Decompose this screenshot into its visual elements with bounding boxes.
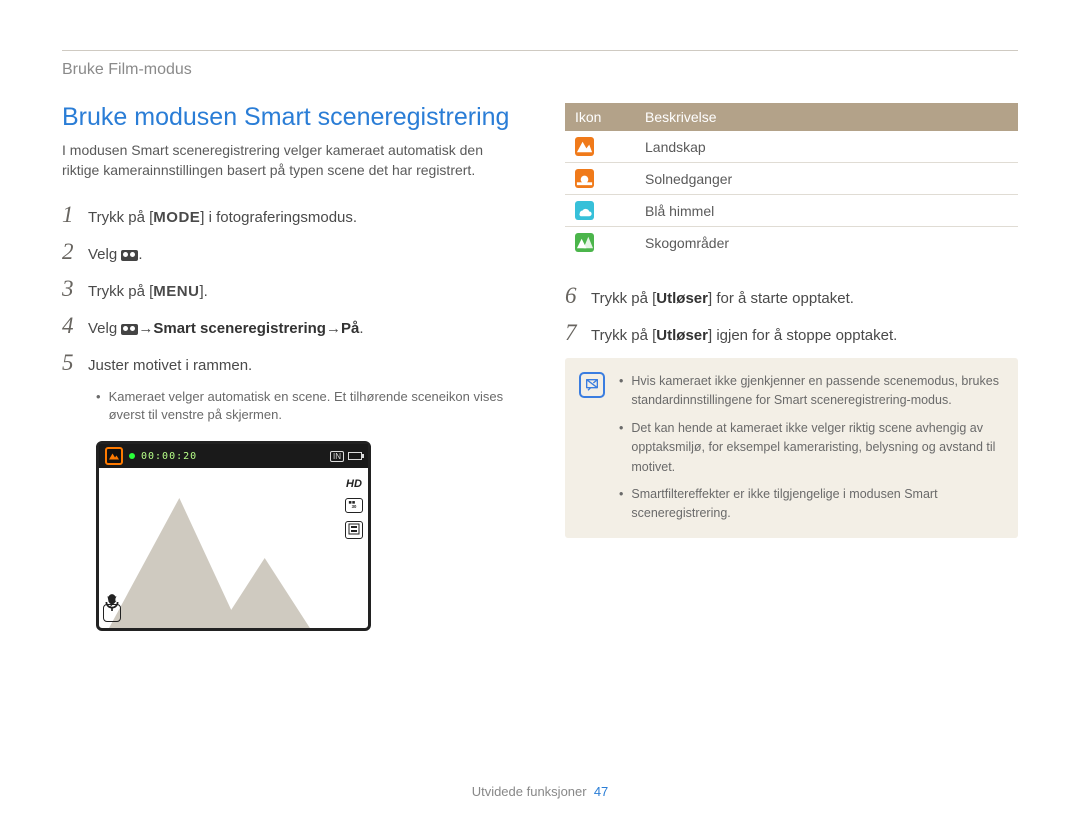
note-item: •Hvis kameraet ikke gjenkjenner en passe… [619,372,1002,411]
film-icon [121,324,138,335]
step-7-text: Trykk på [Utløser] igjen for å stoppe op… [591,325,897,346]
step-number: 5 [62,351,88,374]
step-number: 6 [565,284,591,307]
left-column: Bruke modusen Smart sceneregistrering I … [62,103,515,631]
sunset-icon [575,169,594,188]
table-row: Skogområder [565,227,1018,259]
table-row: Landskap [565,131,1018,163]
sky-icon [575,201,594,220]
scene-landscape-icon [105,447,123,465]
step-number: 2 [62,240,88,263]
forest-icon [575,233,594,252]
landscape-icon [575,137,594,156]
scene-table: Ikon Beskrivelse LandskapSolnedgangerBlå… [565,103,1018,258]
table-cell-label: Blå himmel [635,195,1018,227]
header-divider [62,50,1018,51]
step-number: 7 [565,321,591,344]
hd-badge: HD [346,478,362,490]
right-column: Ikon Beskrivelse LandskapSolnedgangerBlå… [565,103,1018,631]
film-icon [121,250,138,261]
step-number: 4 [62,314,88,337]
table-row: Solnedganger [565,163,1018,195]
table-cell-label: Skogområder [635,227,1018,259]
page-footer: Utvidede funksjoner 47 [0,784,1080,799]
table-row: Blå himmel [565,195,1018,227]
breadcrumb: Bruke Film-modus [62,61,1018,79]
info-icon [579,372,605,398]
rec-timer: 00:00:20 [141,451,197,462]
mode-label: MODE [153,209,200,226]
table-cell-label: Landskap [635,131,1018,163]
memory-icon [345,521,363,539]
fps-badge: 30 [345,498,363,513]
rec-indicator-icon [129,453,135,459]
step-5-sub: •Kameraet velger automatisk en scene. Et… [96,388,515,426]
menu-label: MENU [153,283,199,300]
step-4-text: Velg → Smart sceneregistrering → På. [88,318,363,339]
step-5-text: Juster motivet i rammen. [88,355,252,376]
table-cell-label: Solnedganger [635,163,1018,195]
battery-icon [348,452,362,460]
card-icon: IN [330,451,344,462]
svg-text:30: 30 [352,504,357,509]
step-3-text: Trykk på [MENU]. [88,281,208,302]
note-item: •Smartfiltereffekter er ikke tilgjengeli… [619,485,1002,524]
step-number: 3 [62,277,88,300]
step-number: 1 [62,203,88,226]
note-box: •Hvis kameraet ikke gjenkjenner en passe… [565,358,1018,538]
page-title: Bruke modusen Smart sceneregistrering [62,103,515,132]
table-head-desc: Beskrivelse [635,103,1018,131]
camera-preview: 00:00:20 IN [96,441,371,631]
note-item: •Det kan hende at kameraet ikke velger r… [619,419,1002,477]
table-head-icon: Ikon [565,103,635,131]
preview-canvas [99,468,340,628]
stabilizer-icon [103,604,121,622]
step-2-text: Velg . [88,244,143,265]
intro-text: I modusen Smart sceneregistrering velger… [62,140,515,181]
step-6-text: Trykk på [Utløser] for å starte opptaket… [591,288,854,309]
step-1-text: Trykk på [MODE] i fotograferingsmodus. [88,207,357,228]
